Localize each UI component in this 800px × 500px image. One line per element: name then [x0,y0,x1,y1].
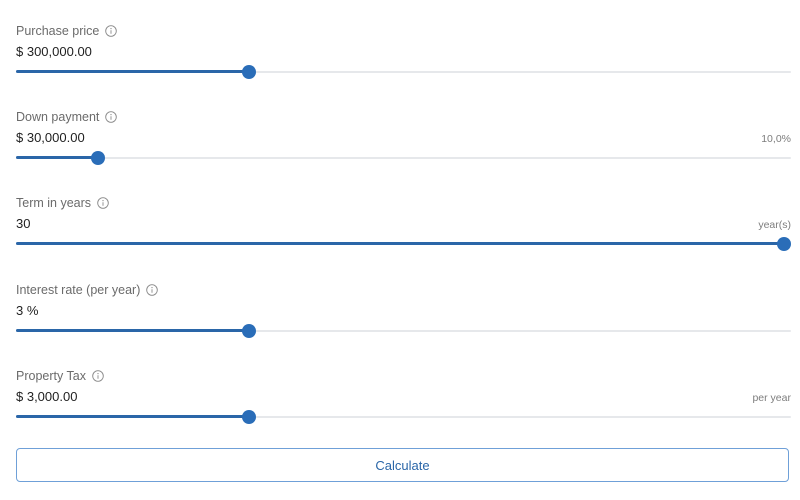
property-tax-value[interactable]: $ 3,000.00 [16,389,77,404]
property-tax-label: Property Tax [16,369,86,383]
info-icon[interactable] [97,197,109,209]
term-in-years-label-row: Term in years [16,194,109,212]
down-payment-field: Down payment $ 30,000.00 10,0% [16,108,791,188]
slider-thumb[interactable] [242,65,256,79]
slider-fill [16,415,249,418]
down-payment-percent: 10,0% [761,133,791,145]
property-tax-field: Property Tax $ 3,000.00 per year [16,367,791,447]
interest-rate-label-row: Interest rate (per year) [16,281,159,299]
slider-thumb[interactable] [242,410,256,424]
term-in-years-label: Term in years [16,196,92,210]
slider-thumb[interactable] [91,151,105,165]
property-tax-slider[interactable] [16,409,791,425]
calculate-button[interactable]: Calculate [16,448,789,482]
slider-fill [16,70,249,73]
purchase-price-field: Purchase price $ 300,000.00 [16,22,791,102]
term-in-years-field: Term in years 30 year(s) [16,194,791,274]
term-unit: year(s) [758,219,791,231]
info-icon[interactable] [105,25,118,37]
slider-track [16,157,791,159]
property-tax-label-row: Property Tax [16,367,104,385]
purchase-price-label-row: Purchase price [16,22,118,40]
interest-rate-value[interactable]: 3 % [16,303,38,318]
slider-thumb[interactable] [777,237,791,251]
info-icon[interactable] [92,370,104,382]
info-icon[interactable] [105,111,118,123]
purchase-price-slider[interactable] [16,64,791,80]
down-payment-label: Down payment [16,110,100,124]
property-tax-unit: per year [752,392,791,404]
slider-thumb[interactable] [242,324,256,338]
interest-rate-slider[interactable] [16,323,791,339]
interest-rate-label: Interest rate (per year) [16,283,141,297]
down-payment-slider[interactable] [16,150,791,166]
purchase-price-label: Purchase price [16,24,100,38]
info-icon[interactable] [146,284,159,296]
term-in-years-value[interactable]: 30 [16,216,30,231]
purchase-price-value[interactable]: $ 300,000.00 [16,44,92,59]
slider-fill [16,242,784,245]
down-payment-value[interactable]: $ 30,000.00 [16,130,85,145]
down-payment-label-row: Down payment [16,108,118,126]
term-in-years-slider[interactable] [16,236,791,252]
mortgage-calculator-form: Purchase price $ 300,000.00 Down payment… [0,0,800,500]
slider-fill [16,329,249,332]
slider-fill [16,156,98,159]
interest-rate-field: Interest rate (per year) 3 % [16,281,791,361]
